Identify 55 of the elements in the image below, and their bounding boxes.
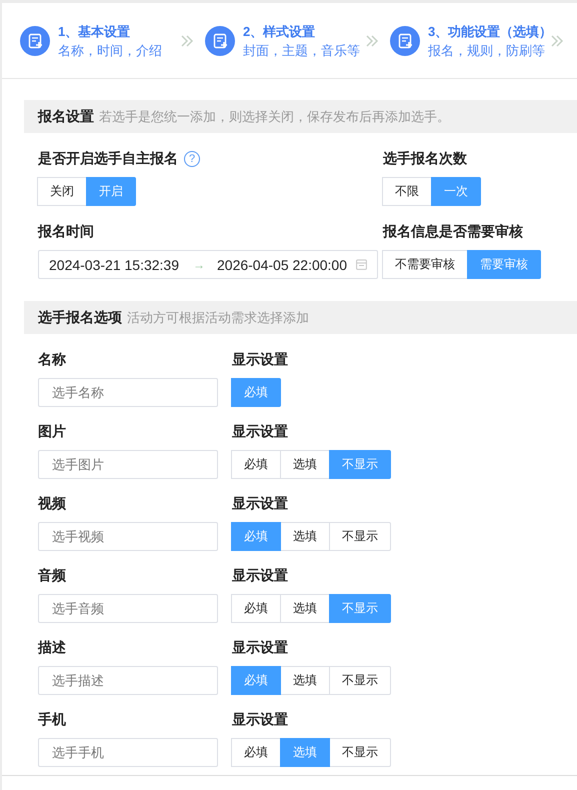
option-button[interactable]: 选填 bbox=[280, 594, 330, 623]
calendar-icon bbox=[356, 259, 367, 270]
field-label: 选手报名次数 bbox=[383, 150, 467, 168]
double-chevron-icon bbox=[550, 34, 564, 48]
range-arrow: → bbox=[193, 258, 205, 272]
field-label: 音频 bbox=[38, 567, 66, 585]
field-label: 手机 bbox=[38, 711, 66, 729]
step-subtitle: 名称，时间，介绍 bbox=[58, 42, 163, 60]
option-button[interactable]: 不显示 bbox=[329, 666, 391, 695]
section-hint: 若选手是您统一添加，则选择关闭，保存发布后再添加选手。 bbox=[99, 108, 450, 126]
option-button[interactable]: 关闭 bbox=[37, 177, 87, 206]
input-field[interactable]: 选手描述 bbox=[38, 666, 218, 695]
field-label: 显示设置 bbox=[232, 639, 288, 657]
step-title[interactable]: 3、功能设置（选填） bbox=[428, 22, 546, 40]
input-field[interactable]: 选手视频 bbox=[38, 522, 218, 551]
document-add-icon bbox=[20, 26, 50, 56]
field-label: 显示设置 bbox=[232, 567, 288, 585]
input-field[interactable]: 选手名称 bbox=[38, 378, 218, 407]
field-label: 视频 bbox=[38, 495, 66, 513]
section-title: 选手报名选项 bbox=[38, 308, 122, 326]
field-label: 报名信息是否需要审核 bbox=[383, 223, 523, 241]
input-field[interactable]: 选手手机 bbox=[38, 738, 218, 767]
field-label: 是否开启选手自主报名 bbox=[38, 150, 178, 168]
field-label: 图片 bbox=[38, 423, 66, 441]
input-field[interactable]: 选手音频 bbox=[38, 594, 218, 623]
double-chevron-icon bbox=[180, 34, 194, 48]
field-label: 显示设置 bbox=[232, 423, 288, 441]
end-date[interactable]: 2026-04-05 22:00:00 bbox=[217, 256, 347, 272]
document-add-icon bbox=[390, 26, 420, 56]
option-button[interactable]: 不显示 bbox=[329, 522, 391, 551]
option-button[interactable]: 必填 bbox=[231, 738, 281, 767]
step-subtitle: 报名，规则，防刷等 bbox=[428, 42, 546, 60]
start-date[interactable]: 2024-03-21 15:32:39 bbox=[49, 256, 179, 272]
step-title[interactable]: 2、样式设置 bbox=[243, 22, 361, 40]
double-chevron-icon bbox=[365, 34, 379, 48]
field-label: 描述 bbox=[38, 639, 66, 657]
option-button[interactable]: 不需要审核 bbox=[382, 250, 468, 279]
option-button[interactable]: 选填 bbox=[280, 522, 330, 551]
field-label: 名称 bbox=[38, 351, 66, 369]
step-title[interactable]: 1、基本设置 bbox=[58, 22, 176, 40]
option-button[interactable]: 必填 bbox=[231, 594, 281, 623]
section-hint: 活动方可根据活动需求选择添加 bbox=[127, 308, 309, 326]
option-button[interactable]: 不限 bbox=[382, 177, 432, 206]
step-subtitle: 封面，主题，音乐等 bbox=[243, 42, 361, 60]
option-button[interactable]: 不显示 bbox=[329, 738, 391, 767]
option-button[interactable]: 必填 bbox=[231, 450, 281, 479]
field-label: 报名时间 bbox=[38, 223, 94, 241]
field-label: 显示设置 bbox=[232, 711, 288, 729]
field-label: 显示设置 bbox=[232, 495, 288, 513]
document-add-icon bbox=[205, 26, 235, 56]
input-field[interactable]: 选手图片 bbox=[38, 450, 218, 479]
section-title: 报名设置 bbox=[38, 108, 94, 126]
field-label: 显示设置 bbox=[232, 351, 288, 369]
option-button[interactable]: 选填 bbox=[280, 450, 330, 479]
option-button[interactable]: 选填 bbox=[280, 666, 330, 695]
